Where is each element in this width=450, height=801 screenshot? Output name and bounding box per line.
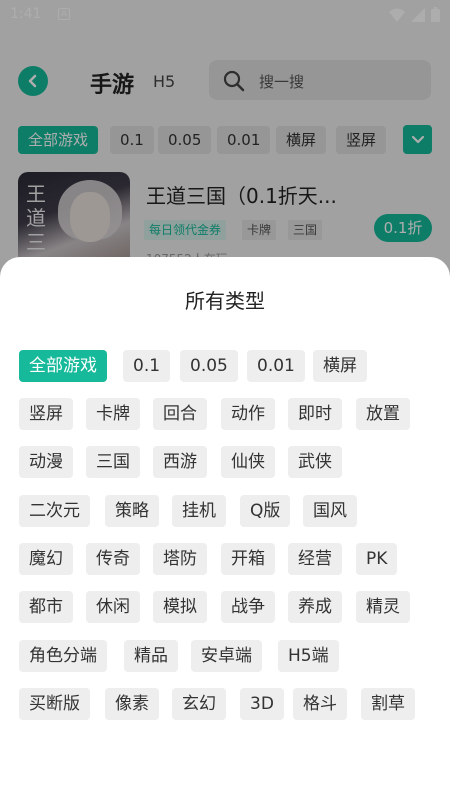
type-chip[interactable]: 角色分端 [19,640,107,672]
type-chip[interactable]: 竖屏 [19,398,73,430]
sheet-title: 所有类型 [185,289,265,313]
type-chip[interactable]: 策略 [105,495,159,527]
type-chip[interactable]: 经营 [288,543,342,575]
type-chip[interactable]: 放置 [356,398,410,430]
type-chip[interactable]: 安卓端 [191,640,262,672]
type-chip[interactable]: 都市 [19,591,73,623]
type-chip[interactable]: 横屏 [313,350,367,382]
type-chip[interactable]: 0.1 [123,350,171,382]
type-chip[interactable]: 挂机 [172,495,226,527]
type-chip[interactable]: 休闲 [86,591,140,623]
type-chip[interactable]: 动漫 [19,446,73,478]
type-chip[interactable]: 战争 [221,591,275,623]
type-chip[interactable]: 模拟 [153,591,207,623]
type-chip[interactable]: 塔防 [153,543,207,575]
type-chip[interactable]: 西游 [153,446,207,478]
type-chip[interactable]: 格斗 [293,688,347,720]
type-chip[interactable]: 传奇 [86,543,140,575]
type-chip[interactable]: 动作 [221,398,275,430]
type-chip[interactable]: PK [356,543,398,575]
type-chip[interactable]: 0.05 [180,350,238,382]
type-chip[interactable]: 3D [240,688,284,720]
type-chip[interactable]: 精灵 [356,591,410,623]
type-chip[interactable]: 仙侠 [221,446,275,478]
type-chip[interactable]: 0.01 [247,350,305,382]
type-bottom-sheet: 所有类型 全部游戏 0.1 0.05 0.01 横屏 竖屏 卡牌 回合 动作 即… [0,257,450,801]
type-chip[interactable]: 武侠 [288,446,342,478]
type-chip[interactable]: 全部游戏 [19,350,107,382]
type-chip[interactable]: 玄幻 [172,688,226,720]
type-chip[interactable]: 买断版 [19,688,90,720]
type-chip[interactable]: 回合 [153,398,207,430]
type-chip[interactable]: 开箱 [221,543,275,575]
type-chip[interactable]: 精品 [124,640,178,672]
type-chip[interactable]: 魔幻 [19,543,73,575]
type-chip[interactable]: 养成 [288,591,342,623]
type-chip[interactable]: 即时 [288,398,342,430]
type-chip[interactable]: 卡牌 [86,398,140,430]
type-chip[interactable]: 割草 [361,688,415,720]
type-chip[interactable]: 三国 [86,446,140,478]
type-chip[interactable]: 像素 [105,688,159,720]
type-chip[interactable]: 国风 [303,495,357,527]
type-chip[interactable]: Q版 [240,495,291,527]
type-chip[interactable]: 二次元 [19,495,90,527]
type-chip[interactable]: H5端 [278,640,339,672]
